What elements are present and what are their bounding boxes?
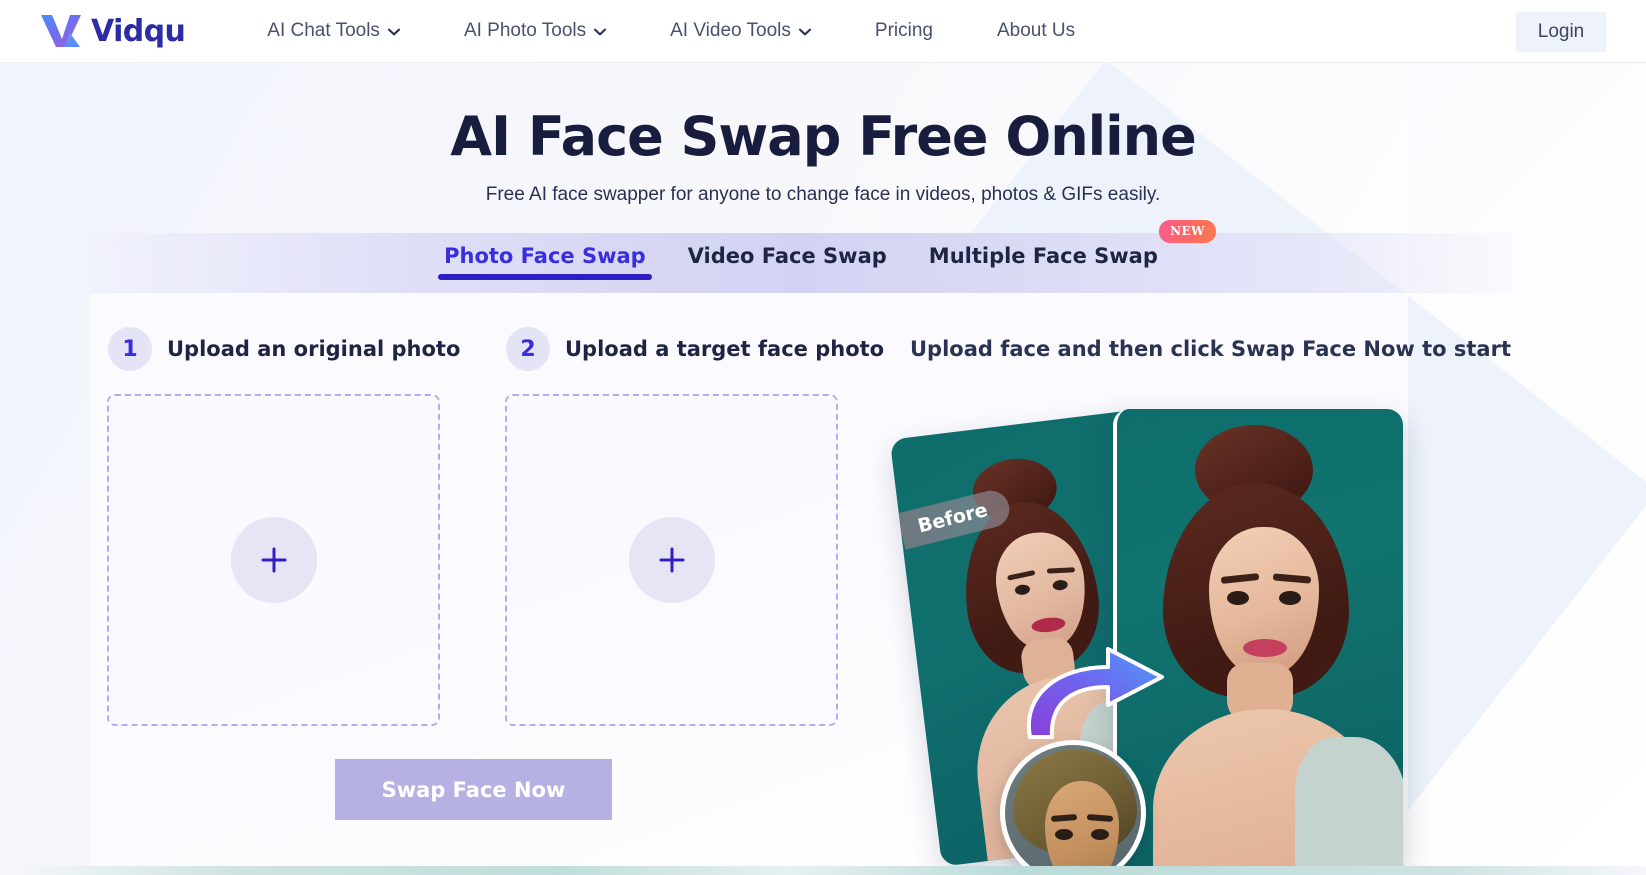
nav-label: AI Chat Tools bbox=[267, 20, 380, 41]
logo[interactable]: Vidqu bbox=[40, 13, 186, 49]
tab-label: Multiple Face Swap bbox=[928, 244, 1158, 268]
page-title: AI Face Swap Free Online bbox=[450, 105, 1197, 168]
chevron-down-icon bbox=[387, 28, 400, 36]
page-subtitle: Free AI face swapper for anyone to chang… bbox=[485, 184, 1161, 205]
nav-label: Pricing bbox=[874, 20, 933, 41]
source-face-thumbnail bbox=[1000, 740, 1146, 875]
logo-text: Vidqu bbox=[91, 13, 186, 49]
nav-item-ai-video-tools[interactable]: AI Video Tools bbox=[638, 14, 843, 48]
step-number: 1 bbox=[108, 327, 152, 371]
step-2: 2 Upload a target face photo bbox=[506, 327, 884, 371]
chevron-down-icon bbox=[798, 28, 811, 36]
nav-item-ai-photo-tools[interactable]: AI Photo Tools bbox=[432, 14, 638, 48]
step-label: Upload a target face photo bbox=[565, 337, 885, 361]
main-nav: AI Chat Tools AI Photo Tools AI Video To… bbox=[235, 14, 1107, 48]
nav-item-about-us[interactable]: About Us bbox=[965, 14, 1107, 48]
new-badge: NEW bbox=[1159, 220, 1216, 243]
tab-video-face-swap[interactable]: Video Face Swap bbox=[682, 244, 893, 280]
tab-label: Video Face Swap bbox=[687, 244, 887, 268]
vidqu-v-icon bbox=[40, 13, 82, 49]
nav-item-ai-chat-tools[interactable]: AI Chat Tools bbox=[235, 14, 432, 48]
swap-arrow-icon bbox=[1012, 633, 1192, 743]
step-number: 2 bbox=[506, 327, 550, 371]
page-root: Vidqu AI Chat Tools AI Photo Tools AI Vi… bbox=[0, 0, 1646, 875]
upload-original-photo-dropzone[interactable] bbox=[107, 394, 440, 726]
upload-target-face-dropzone[interactable] bbox=[505, 394, 838, 726]
nav-label: AI Video Tools bbox=[670, 20, 791, 41]
thumb-portrait bbox=[1005, 745, 1141, 875]
nav-item-pricing[interactable]: Pricing bbox=[843, 14, 965, 48]
tab-bar: Photo Face Swap Video Face Swap Multiple… bbox=[90, 220, 1512, 293]
plus-icon[interactable] bbox=[230, 517, 317, 603]
swap-face-now-button[interactable]: Swap Face Now bbox=[335, 759, 612, 820]
hero-section: AI Face Swap Free Online Free AI face sw… bbox=[0, 63, 1646, 206]
chevron-down-icon bbox=[594, 28, 607, 36]
tab-photo-face-swap[interactable]: Photo Face Swap bbox=[438, 244, 652, 280]
step-label: Upload an original photo bbox=[167, 337, 461, 361]
preview-composite: Before bbox=[889, 395, 1460, 875]
tab-multiple-face-swap[interactable]: Multiple Face Swap NEW bbox=[923, 220, 1216, 280]
nav-label: About Us bbox=[996, 20, 1076, 41]
site-header: Vidqu AI Chat Tools AI Photo Tools AI Vi… bbox=[0, 0, 1646, 63]
plus-icon[interactable] bbox=[628, 517, 715, 603]
tab-label: Photo Face Swap bbox=[444, 244, 646, 268]
nav-label: AI Photo Tools bbox=[463, 20, 587, 41]
page-bottom-strip bbox=[0, 866, 1646, 875]
preview-hint-text: Upload face and then click Swap Face Now… bbox=[910, 337, 1511, 361]
login-button[interactable]: Login bbox=[1516, 12, 1606, 52]
step-1: 1 Upload an original photo bbox=[108, 327, 460, 371]
tab-list: Photo Face Swap Video Face Swap Multiple… bbox=[438, 220, 1216, 280]
